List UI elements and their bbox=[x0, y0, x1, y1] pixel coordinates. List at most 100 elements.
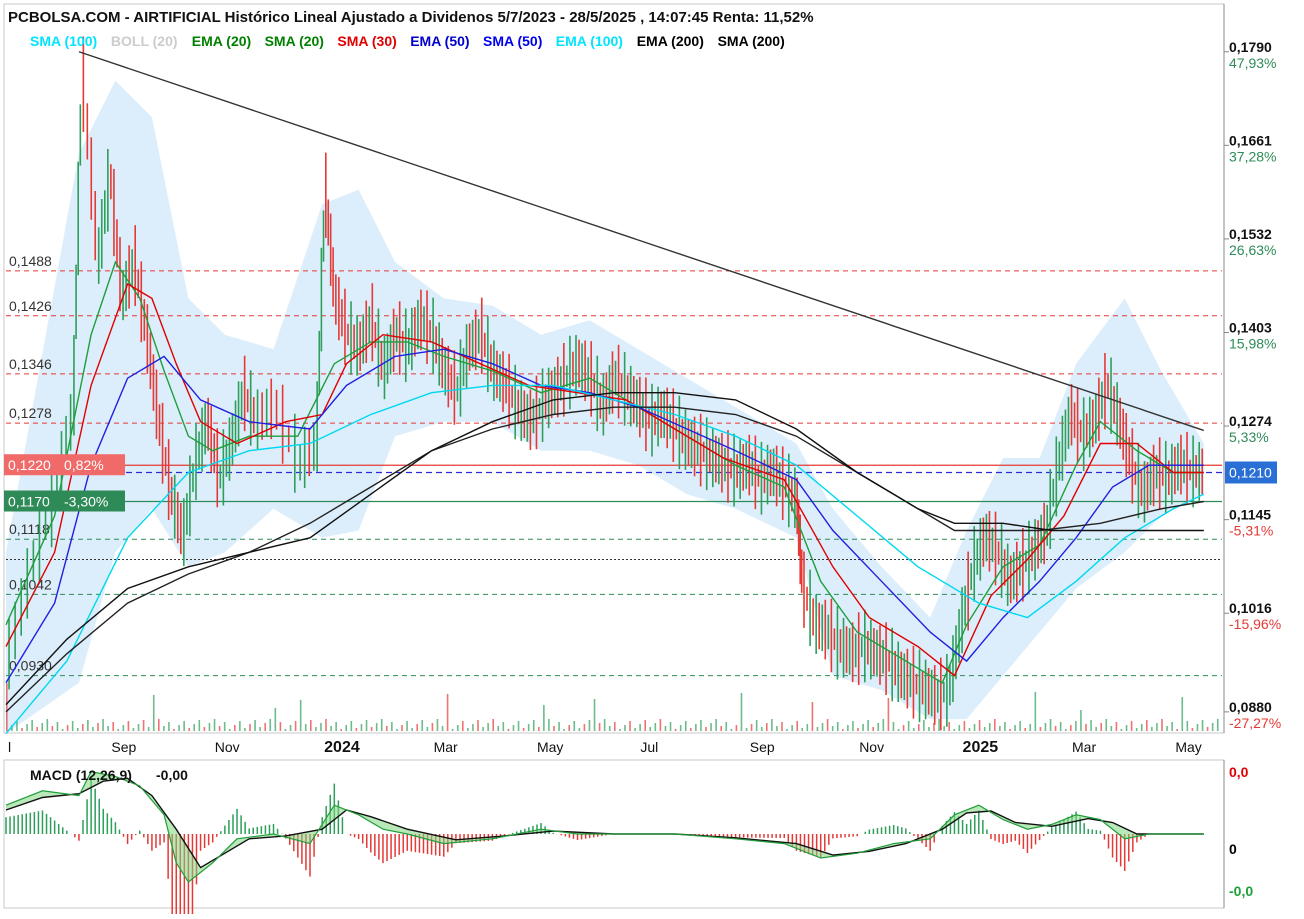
volume-bar bbox=[1201, 720, 1204, 731]
volume-bar bbox=[953, 729, 956, 731]
volume-bar bbox=[786, 729, 788, 731]
volume-bar bbox=[1044, 723, 1047, 731]
axis-price-label: 0,1274 bbox=[1229, 413, 1272, 429]
volume-bar bbox=[791, 725, 793, 731]
volume-bar bbox=[386, 726, 388, 731]
volume-bar bbox=[370, 727, 373, 731]
volume-bar bbox=[771, 719, 773, 731]
volume-bar bbox=[527, 724, 530, 731]
volume-bar bbox=[710, 723, 712, 731]
volume-bar bbox=[46, 719, 49, 731]
volume-bar bbox=[1049, 719, 1052, 731]
volume-bar bbox=[26, 724, 28, 731]
volume-bar bbox=[315, 727, 317, 731]
volume-bar bbox=[391, 722, 393, 731]
volume-bar bbox=[548, 719, 550, 731]
volume-bar bbox=[943, 726, 945, 731]
volume-bar bbox=[968, 728, 971, 731]
volume-bar bbox=[117, 729, 120, 731]
volume-bar bbox=[776, 726, 778, 731]
volume-bar bbox=[654, 723, 657, 731]
volume-bar bbox=[1080, 710, 1082, 731]
volume-bar bbox=[1110, 726, 1113, 731]
volume-bar bbox=[279, 722, 282, 731]
volume-bar bbox=[918, 724, 920, 731]
volume-bar bbox=[740, 693, 743, 731]
volume-bar bbox=[1009, 729, 1011, 731]
volume-bar bbox=[289, 725, 292, 731]
volume-bar bbox=[92, 727, 94, 731]
volume-bar bbox=[142, 720, 145, 731]
x-axis-label: Sep bbox=[750, 739, 775, 755]
volume-bar bbox=[897, 729, 900, 731]
volume-bar bbox=[629, 721, 631, 731]
volume-bar bbox=[938, 719, 940, 731]
volume-bar bbox=[406, 721, 408, 731]
volume-bar bbox=[178, 725, 180, 731]
volume-bar bbox=[664, 726, 667, 731]
volume-bar bbox=[51, 726, 54, 731]
volume-bar bbox=[173, 729, 175, 731]
volume-bar bbox=[872, 727, 874, 731]
volume-bar bbox=[132, 728, 135, 731]
volume-bar bbox=[674, 729, 677, 731]
volume-bar bbox=[1075, 721, 1077, 731]
resistance-marker-pct: 0,82% bbox=[64, 457, 104, 473]
volume-bar bbox=[66, 725, 69, 731]
volume-bar bbox=[725, 722, 728, 731]
volume-bar bbox=[882, 719, 885, 731]
volume-bar bbox=[163, 726, 165, 731]
legend-item: EMA (20) bbox=[192, 33, 251, 49]
volume-bar bbox=[690, 728, 692, 731]
volume-bar bbox=[532, 720, 535, 731]
volume-bar bbox=[284, 729, 287, 731]
volume-bar bbox=[816, 727, 819, 731]
volume-bar bbox=[208, 723, 211, 731]
volume-bar bbox=[239, 721, 241, 731]
volume-bar bbox=[679, 725, 682, 731]
volume-bar bbox=[1059, 722, 1062, 731]
axis-pct-label: -15,96% bbox=[1229, 616, 1281, 632]
volume-bar bbox=[538, 727, 540, 731]
axis-price-label: 0,0880 bbox=[1229, 699, 1272, 715]
volume-bar bbox=[583, 724, 586, 731]
volume-bar bbox=[1024, 728, 1026, 731]
volume-bar bbox=[887, 698, 890, 731]
volume-bar bbox=[431, 723, 434, 731]
axis-pct-label: 5,33% bbox=[1229, 429, 1269, 445]
volume-bar bbox=[619, 729, 621, 731]
volume-bar bbox=[517, 721, 520, 731]
x-axis-label: Nov bbox=[215, 739, 240, 755]
x-axis-label: Mar bbox=[434, 739, 458, 755]
legend-item: SMA (30) bbox=[337, 33, 396, 49]
volume-bar bbox=[563, 729, 565, 731]
stock-chart: 0,1488 0,1426 0,1346 0,1278 0,1118 0,1042 0,09… bbox=[0, 0, 1304, 919]
volume-bar bbox=[203, 727, 206, 731]
volume-bar bbox=[700, 720, 702, 731]
volume-bar bbox=[264, 723, 266, 731]
x-axis-label: Jul bbox=[640, 739, 658, 755]
volume-bar bbox=[720, 726, 722, 731]
level-label: 0,1278 bbox=[9, 405, 52, 421]
x-axis-label: Mar bbox=[1072, 739, 1096, 755]
volume-bar bbox=[1090, 720, 1092, 731]
volume-bar bbox=[21, 728, 23, 731]
volume-bar bbox=[1115, 722, 1118, 731]
volume-bar bbox=[218, 726, 221, 731]
volume-bar bbox=[365, 720, 368, 731]
volume-bar bbox=[462, 721, 464, 731]
volume-bar bbox=[451, 729, 454, 731]
volume-bar bbox=[973, 724, 976, 731]
volume-bar bbox=[543, 705, 545, 731]
volume-bar bbox=[826, 719, 829, 731]
level-label: 0,1488 bbox=[9, 253, 52, 269]
level-label: 0,1426 bbox=[9, 298, 52, 314]
legend-item: BOLL (20) bbox=[111, 33, 178, 49]
volume-bar bbox=[578, 728, 581, 731]
x-axis-label: Sep bbox=[111, 739, 136, 755]
volume-bar bbox=[345, 725, 348, 731]
volume-bar bbox=[1171, 722, 1173, 731]
volume-bar bbox=[659, 719, 662, 731]
volume-bar bbox=[1100, 723, 1102, 731]
legend-item: EMA (100) bbox=[556, 33, 623, 49]
